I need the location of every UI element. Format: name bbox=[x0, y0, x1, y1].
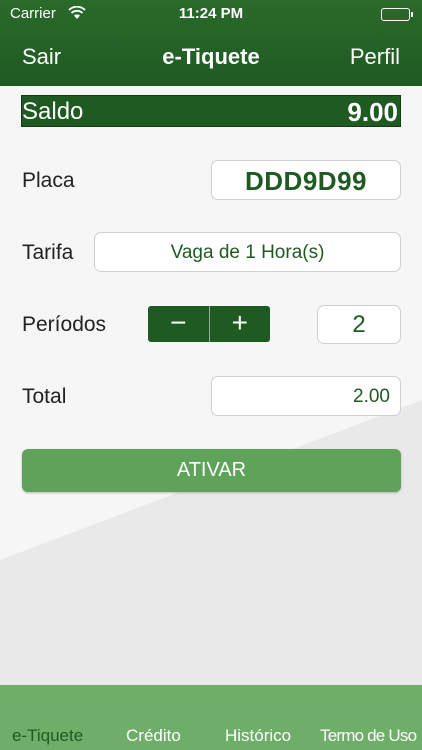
periodos-stepper[interactable]: − + bbox=[148, 306, 270, 342]
clock: 11:24 PM bbox=[178, 5, 244, 22]
periodos-label: Períodos bbox=[22, 313, 107, 336]
increment-button[interactable]: + bbox=[210, 306, 271, 342]
tab-credito[interactable]: Crédito bbox=[126, 726, 181, 746]
decrement-button[interactable]: − bbox=[148, 306, 209, 342]
periodos-field[interactable]: 2 bbox=[317, 305, 401, 344]
sair-button[interactable]: Sair bbox=[22, 44, 61, 70]
total-value: 2.00 bbox=[353, 386, 390, 407]
placa-label: Placa bbox=[22, 169, 75, 192]
header: Carrier 11:24 PM Sair e-Tiquete Perfil bbox=[0, 0, 422, 86]
tarifa-label: Tarifa bbox=[22, 241, 74, 264]
placa-value: DDD9D99 bbox=[245, 166, 367, 196]
total-label: Total bbox=[22, 385, 67, 408]
tab-bar: e-Tiquete Crédito Histórico Termo de Uso bbox=[0, 685, 422, 750]
tarifa-value: Vaga de 1 Hora(s) bbox=[170, 242, 325, 263]
nav-bar: Sair e-Tiquete Perfil bbox=[0, 36, 422, 76]
placa-field[interactable]: DDD9D99 bbox=[211, 160, 401, 200]
periodos-value: 2 bbox=[352, 311, 366, 338]
tab-termo-de-uso[interactable]: Termo de Uso bbox=[320, 726, 417, 746]
balance-value: 9.00 bbox=[347, 97, 398, 127]
battery-icon bbox=[381, 8, 413, 21]
tab-historico[interactable]: Histórico bbox=[225, 726, 291, 746]
ativar-button[interactable]: ATIVAR bbox=[22, 449, 401, 492]
balance-bar: Saldo 9.00 bbox=[21, 95, 401, 127]
balance-label: Saldo bbox=[22, 98, 84, 125]
tab-e-tiquete[interactable]: e-Tiquete bbox=[12, 726, 83, 746]
total-field: 2.00 bbox=[211, 376, 401, 416]
status-bar: Carrier 11:24 PM bbox=[0, 0, 422, 28]
tarifa-select[interactable]: Vaga de 1 Hora(s) bbox=[94, 232, 401, 272]
perfil-button[interactable]: Perfil bbox=[350, 44, 400, 70]
